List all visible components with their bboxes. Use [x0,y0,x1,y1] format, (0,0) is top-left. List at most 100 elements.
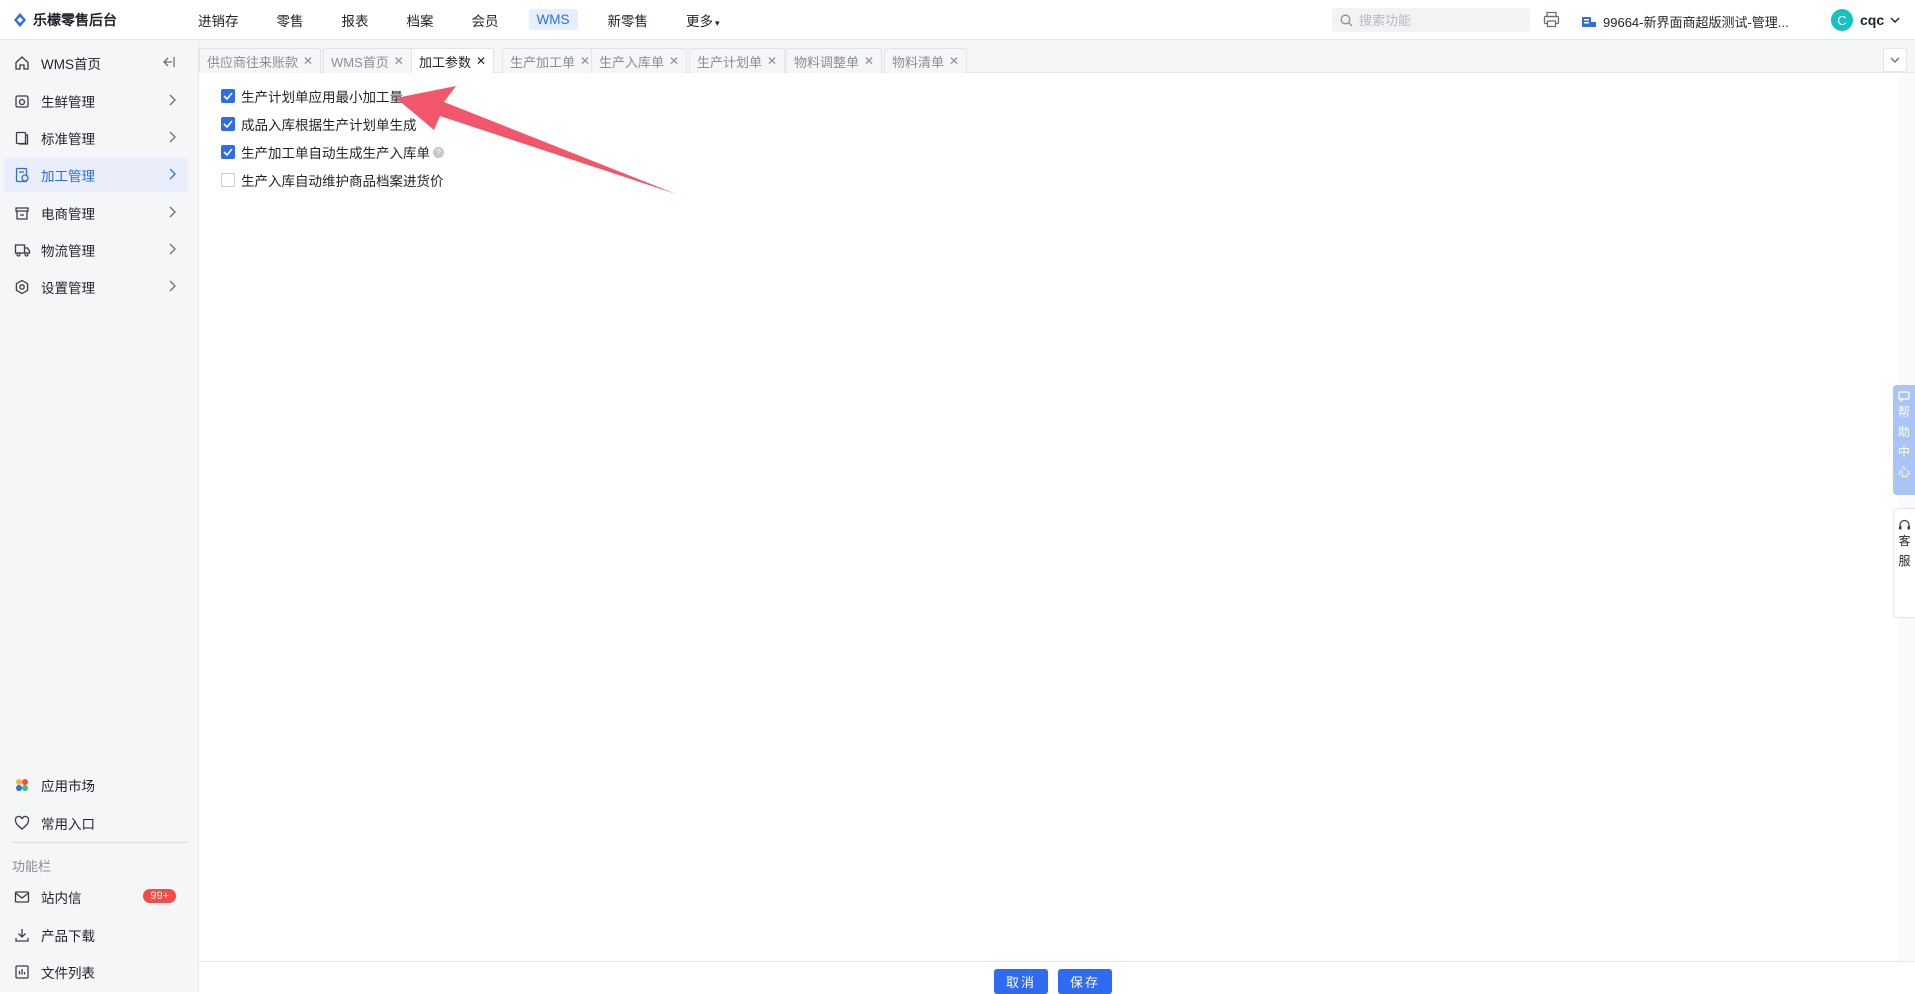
brand[interactable]: 乐檬零售后台 [0,10,190,30]
nav-item-reports[interactable]: 报表 [334,7,377,33]
sidebar-item-processing[interactable]: 加工管理 [4,158,188,192]
sidebar-item-settings[interactable]: 设置管理 [4,270,188,304]
store-selector[interactable]: 99664-新界面商超版测试-管理... [1581,12,1789,31]
sidebar-item-standard[interactable]: 标准管理 [4,121,188,155]
content-area: 生产计划单应用最小加工量 成品入库根据生产计划单生成 生产加工单自动生成生产入库… [199,73,1899,961]
tab-wms-home[interactable]: WMS首页 ✕ [323,48,412,73]
download-icon [13,926,31,944]
sidebar-item-wms-home[interactable]: WMS首页 [4,46,188,80]
sidebar-item-favorites[interactable]: 常用入口 [4,806,188,840]
nav-item-archives[interactable]: 档案 [399,7,442,33]
customer-service-tab[interactable]: 客 服 [1893,508,1915,618]
chevron-down-icon [1890,57,1900,63]
sidebar-item-label: 电商管理 [41,207,95,222]
nav-more-label: 更多 [686,13,713,29]
shop-icon [13,204,31,222]
sidebar-item-fresh[interactable]: 生鲜管理 [4,84,188,118]
sidebar-item-label: 加工管理 [41,169,95,184]
top-bar: 乐檬零售后台 进销存 零售 报表 档案 会员 WMS 新零售 更多▾ 99664… [0,0,1915,40]
nav-item-members[interactable]: 会员 [464,7,507,33]
tab-label: WMS首页 [331,54,389,70]
nav-item-wms[interactable]: WMS [528,9,578,30]
search-input[interactable] [1359,12,1509,28]
search-box[interactable] [1332,8,1530,32]
close-icon[interactable]: ✕ [767,54,777,68]
user-menu[interactable]: C cqc [1831,9,1900,31]
help-char: 帮 [1897,405,1910,419]
close-icon[interactable]: ✕ [394,54,404,68]
tab-production-inbound[interactable]: 生产入库单 ✕ [591,48,688,73]
brand-logo-icon [14,12,26,27]
tab-label: 物料调整单 [794,54,860,70]
top-nav: 进销存 零售 报表 档案 会员 WMS 新零售 更多 ▾ [190,7,750,33]
sidebar-item-product-download[interactable]: 产品下载 [4,918,188,952]
close-icon[interactable]: ✕ [303,54,313,68]
checkbox-checked[interactable] [221,89,235,103]
nav-item-new-retail[interactable]: 新零售 [600,7,657,33]
tab-label: 物料清单 [892,54,945,70]
chevron-right-icon [169,206,176,218]
help-char: 中 [1897,445,1910,459]
chat-icon [1898,391,1910,402]
sidebar-item-messages[interactable]: 站内信 99+ [4,880,188,914]
chevron-right-icon [169,168,176,180]
sidebar-item-label: 设置管理 [41,281,95,296]
truck-icon [13,241,31,259]
sidebar-item-label: 应用市场 [41,779,95,794]
checkbox-checked[interactable] [221,145,235,159]
annotation-arrow [396,86,676,194]
tab-production-processing[interactable]: 生产加工单 ✕ [502,48,599,73]
search-icon [1340,14,1353,26]
cancel-button[interactable]: 取消 [994,969,1049,994]
tab-label: 生产入库单 [599,54,665,70]
caret-down-icon: ▾ [715,17,720,28]
tab-supplier-accounts[interactable]: 供应商往来账款 ✕ [199,48,322,73]
collapse-sidebar-icon[interactable] [162,55,176,69]
service-char: 客 [1898,534,1911,548]
sidebar-item-file-list[interactable]: 文件列表 [4,955,188,989]
sidebar-item-label: 文件列表 [41,966,95,981]
sidebar: WMS首页 生鲜管理 标准管理 加工管理 电商管理 物流管理 设置管理 应用市场… [0,40,199,992]
nav-item-retail[interactable]: 零售 [269,7,312,33]
sidebar-item-logistics[interactable]: 物流管理 [4,233,188,267]
tab-label: 供应商往来账款 [207,54,299,70]
home-icon [13,54,31,72]
standard-icon [13,129,31,147]
option-inbound-from-plan[interactable]: 成品入库根据生产计划单生成 [221,114,417,134]
sidebar-item-app-market[interactable]: 应用市场 [4,768,188,802]
checkbox-unchecked[interactable] [221,173,235,187]
help-char: 助 [1897,425,1910,439]
sidebar-item-label: 物流管理 [41,244,95,259]
app-market-icon [13,776,31,794]
nav-item-more[interactable]: 更多 ▾ [678,7,728,33]
tab-material-adjustment[interactable]: 物料调整单 ✕ [786,48,883,73]
sidebar-item-label: 常用入口 [41,817,95,832]
close-icon[interactable]: ✕ [580,54,590,68]
sidebar-item-ecommerce[interactable]: 电商管理 [4,196,188,230]
option-min-processing-qty[interactable]: 生产计划单应用最小加工量 [221,86,403,106]
close-icon[interactable]: ✕ [669,54,679,68]
nav-item-inventory[interactable]: 进销存 [190,7,247,33]
store-icon [1582,16,1596,27]
sidebar-item-label: WMS首页 [41,57,101,72]
tabs-more-button[interactable] [1883,48,1907,72]
mail-icon [13,888,31,906]
close-icon[interactable]: ✕ [949,54,959,68]
close-icon[interactable]: ✕ [476,54,486,68]
tab-processing-params[interactable]: 加工参数 ✕ [411,48,495,73]
fresh-icon [13,92,31,110]
brand-name: 乐檬零售后台 [33,11,117,28]
tab-production-plan[interactable]: 生产计划单 ✕ [689,48,786,73]
chevron-down-icon [1890,17,1900,23]
save-button[interactable]: 保存 [1058,969,1113,994]
sidebar-item-label: 产品下载 [41,929,95,944]
settings-icon [13,278,31,296]
help-center-tab[interactable]: 帮 助 中 心 [1893,385,1915,495]
tab-bill-of-materials[interactable]: 物料清单 ✕ [884,48,968,73]
printer-icon[interactable] [1543,11,1560,28]
checkbox-checked[interactable] [221,117,235,131]
unread-badge: 99+ [143,889,176,903]
store-label: 99664-新界面商超版测试-管理... [1603,15,1789,30]
tab-bar: 供应商往来账款 ✕ WMS首页 ✕ 加工参数 ✕ 生产加工单 ✕ 生产入库单 ✕ 生产计划… [199,40,1915,73]
close-icon[interactable]: ✕ [864,54,874,68]
